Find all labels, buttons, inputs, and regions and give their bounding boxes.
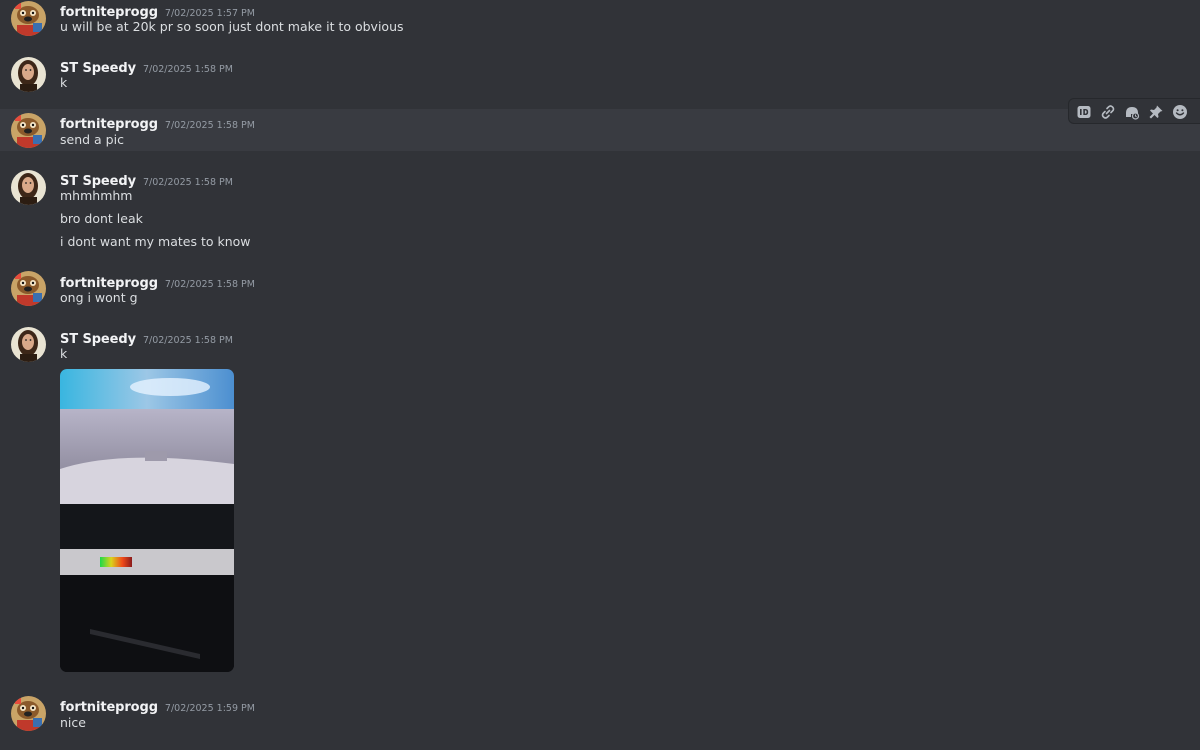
message-actions-toolbar [1068, 98, 1200, 124]
copy-link-icon[interactable] [1098, 102, 1118, 122]
message-text: k [60, 346, 68, 361]
avatar[interactable] [11, 696, 46, 731]
message-item[interactable]: fortniteprogg 7/02/2025 1:59 PM nice [0, 690, 1200, 740]
avatar[interactable] [11, 57, 46, 92]
username[interactable]: fortniteprogg [60, 276, 158, 291]
username[interactable]: fortniteprogg [60, 117, 158, 132]
timestamp: 7/02/2025 1:58 PM [142, 335, 233, 346]
avatar[interactable] [11, 170, 46, 205]
reply-icon[interactable] [1122, 102, 1142, 122]
timestamp: 7/02/2025 1:58 PM [142, 177, 233, 188]
avatar[interactable] [11, 271, 46, 306]
message-text: send a pic [60, 132, 124, 147]
message-text: bro dont leak [60, 211, 143, 226]
message-text: k [60, 75, 68, 90]
message-text: ong i wont g [60, 290, 138, 305]
avatar[interactable] [11, 1, 46, 36]
message-item[interactable]: fortniteprogg 7/02/2025 1:57 PM u will be… [0, 0, 1200, 50]
username[interactable]: fortniteprogg [60, 5, 158, 20]
copy-id-icon[interactable] [1074, 102, 1094, 122]
message-item[interactable]: ST Speedy 7/02/2025 1:58 PM k [0, 322, 1200, 678]
emoji-icon[interactable] [1170, 102, 1190, 122]
timestamp: 7/02/2025 1:59 PM [164, 703, 255, 714]
username[interactable]: ST Speedy [60, 332, 136, 347]
timestamp: 7/02/2025 1:58 PM [164, 120, 255, 131]
message-text: u will be at 20k pr so soon just dont ma… [60, 19, 404, 34]
avatar[interactable] [11, 113, 46, 148]
message-item[interactable]: ST Speedy 7/02/2025 1:58 PM k [0, 52, 1200, 108]
message-item[interactable]: fortniteprogg 7/02/2025 1:58 PM ong i won… [0, 266, 1200, 316]
timestamp: 7/02/2025 1:58 PM [142, 64, 233, 75]
message-item[interactable]: fortniteprogg 7/02/2025 1:58 PM send a pi… [0, 109, 1200, 151]
username[interactable]: fortniteprogg [60, 700, 158, 715]
timestamp: 7/02/2025 1:58 PM [164, 279, 255, 290]
username[interactable]: ST Speedy [60, 61, 136, 76]
message-item[interactable]: ST Speedy 7/02/2025 1:58 PM mhmhmhm bro d… [0, 165, 1200, 255]
avatar[interactable] [11, 327, 46, 362]
message-list: fortniteprogg 7/02/2025 1:57 PM u will be… [0, 0, 1200, 750]
message-text: nice [60, 715, 86, 730]
image-attachment[interactable] [60, 369, 234, 672]
message-text: i dont want my mates to know [60, 234, 251, 249]
pin-icon[interactable] [1146, 102, 1166, 122]
username[interactable]: ST Speedy [60, 174, 136, 189]
message-text: mhmhmhm [60, 188, 133, 203]
timestamp: 7/02/2025 1:57 PM [164, 8, 255, 19]
